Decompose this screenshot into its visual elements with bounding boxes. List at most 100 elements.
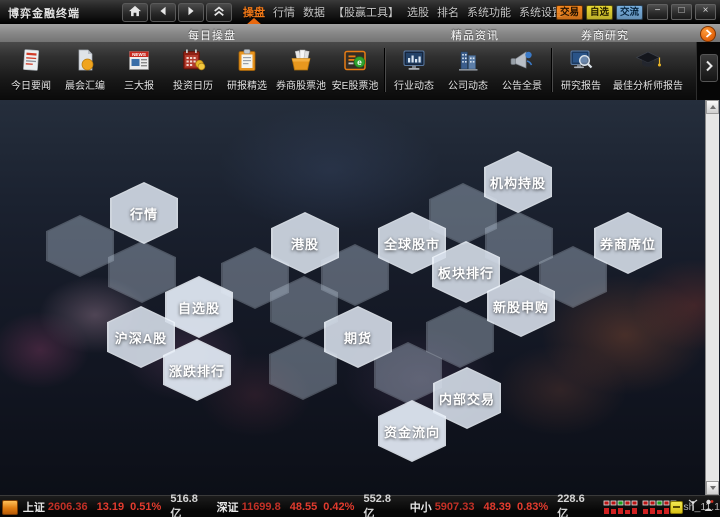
index-change: 48.39 [483, 501, 511, 513]
connection-status-icon[interactable] [703, 499, 714, 515]
scroll-up-button[interactable] [706, 100, 719, 114]
toolbar-item[interactable]: 晨会汇编 [58, 42, 112, 100]
toolbar-item[interactable]: 今日要闻 [4, 42, 58, 100]
triangle-down-icon [710, 486, 716, 490]
antenna-icon[interactable] [687, 499, 699, 515]
svg-text:NEWS: NEWS [132, 52, 146, 57]
hex-tile-label: 期货 [344, 328, 372, 347]
index-quotes: 上证2606.3613.190.51%516.8亿深证11699.848.550… [23, 493, 604, 517]
toolbar-item[interactable]: 券商股票池 [274, 42, 328, 100]
hex-tile-label: 港股 [291, 234, 319, 253]
window-controls: − □ × [647, 4, 716, 20]
toolbar-expand-panel [696, 42, 720, 100]
quick-button[interactable]: 交易 [556, 5, 583, 20]
toolbar-item[interactable]: 行业动态 [387, 42, 441, 100]
menu-item[interactable]: 数据 [303, 4, 325, 20]
clipboard-icon [233, 46, 261, 76]
toolbar-items: 今日要闻晨会汇编 NEWS 三大报 投资日历研报精选券商股票池 e 安E股票池行业动态公司… [4, 42, 688, 100]
home-button[interactable] [122, 3, 148, 22]
category-section-label: 精品资讯 [451, 27, 499, 43]
hex-tile-label: 板块排行 [438, 263, 494, 282]
category-bar: 每日操盘 精品资讯 券商研究 [0, 24, 720, 43]
toolbar-item[interactable]: 研究报告 [554, 42, 608, 100]
toolbar-item-label: 投资日历 [173, 77, 213, 92]
financial-terminal-window: 博弈金融终端 操盘行情数据【股赢工具】选股排名系统功能系统设置 交易自选交流 −… [0, 0, 720, 517]
menu-item[interactable]: 选股 [407, 4, 429, 20]
back-button[interactable] [150, 3, 176, 22]
main-menu: 操盘行情数据【股赢工具】选股排名系统功能系统设置 [243, 4, 563, 20]
toolbar-item-label: 安E股票池 [332, 77, 379, 92]
category-more-button[interactable] [700, 26, 716, 42]
toolbar-item-label: 券商股票池 [276, 77, 326, 92]
hex-placeholder [46, 215, 114, 277]
arrow-right-icon [185, 4, 197, 22]
toolbar-item-label: 三大报 [124, 77, 154, 92]
toolbar-item[interactable]: 公司动态 [441, 42, 495, 100]
calendar-icon [179, 46, 207, 76]
toolbar-item[interactable]: 投资日历 [166, 42, 220, 100]
menu-item[interactable]: 【股赢工具】 [333, 4, 399, 20]
index-quote: 上证2606.3613.190.51%516.8亿 [23, 493, 217, 517]
quick-button[interactable]: 交流 [616, 5, 643, 20]
toolbar-item[interactable]: 公告全景 [495, 42, 549, 100]
index-turnover: 552.8亿 [363, 493, 399, 517]
menu-item[interactable]: 系统功能 [467, 4, 511, 20]
megaphone-icon [508, 46, 536, 76]
newspaper-icon: NEWS [125, 46, 153, 76]
hex-tile-label: 涨跌排行 [169, 361, 225, 380]
category-section-label: 每日操盘 [188, 27, 236, 43]
hex-tile-label: 新股申购 [493, 297, 549, 316]
monitor-search-icon [567, 46, 595, 76]
nav-button-group [122, 3, 232, 22]
news-doc-icon [17, 46, 45, 76]
index-name: 中小 [410, 499, 432, 515]
forward-button[interactable] [178, 3, 204, 22]
quick-buttons: 交易自选交流 [556, 5, 643, 20]
index-value: 5907.33 [435, 501, 475, 513]
menu-item[interactable]: 操盘 [243, 4, 265, 20]
status-app-icon[interactable] [2, 500, 18, 515]
index-change: 13.19 [97, 501, 125, 513]
quick-button[interactable]: 自选 [586, 5, 613, 20]
hex-tile-label: 内部交易 [439, 389, 495, 408]
menu-item[interactable]: 行情 [273, 4, 295, 20]
basket-icon [287, 46, 315, 76]
index-change-pct: 0.42% [323, 501, 354, 513]
svg-text:e: e [357, 57, 362, 67]
toolbar-separator [551, 48, 552, 92]
toolbar-item[interactable]: 研报精选 [220, 42, 274, 100]
hex-placeholder-fill [110, 243, 175, 302]
hex-tile-fill: 行情 [112, 184, 177, 243]
vertical-scrollbar[interactable] [705, 100, 719, 495]
index-name: 深证 [217, 499, 239, 515]
toolbar-item[interactable]: NEWS 三大报 [112, 42, 166, 100]
toolbar-separator [384, 48, 385, 92]
hex-tile-label: 机构持股 [490, 173, 546, 192]
scroll-down-button[interactable] [706, 481, 719, 495]
index-quote: 深证11699.848.550.42%552.8亿 [217, 493, 410, 517]
epanel-icon: e [341, 46, 369, 76]
minimize-button[interactable]: − [647, 4, 668, 20]
close-button[interactable]: × [695, 4, 716, 20]
collapse-button[interactable] [206, 3, 232, 22]
notice-icon[interactable] [670, 501, 683, 514]
hex-tile-label: 沪深A股 [115, 328, 167, 347]
hex-tile-label: 全球股市 [384, 234, 440, 253]
index-turnover: 516.8亿 [170, 493, 206, 517]
title-bar: 博弈金融终端 操盘行情数据【股赢工具】选股排名系统功能系统设置 交易自选交流 −… [0, 0, 720, 25]
toolbar-item[interactable]: 最佳分析师报告 [608, 42, 688, 100]
menu-item[interactable]: 排名 [437, 4, 459, 20]
double-chevron-up-icon [212, 4, 226, 22]
index-change-pct: 0.51% [130, 501, 161, 513]
category-section-label: 券商研究 [581, 27, 629, 43]
index-turnover: 228.6亿 [557, 493, 593, 517]
status-bar: 上证2606.3613.190.51%516.8亿深证11699.848.550… [0, 495, 720, 517]
maximize-button[interactable]: □ [671, 4, 692, 20]
grad-cap-icon [634, 46, 662, 76]
toolbar-item-label: 研报精选 [227, 77, 267, 92]
monitor-bars-icon [400, 46, 428, 76]
toolbar-item[interactable]: e 安E股票池 [328, 42, 382, 100]
morning-file-icon [71, 46, 99, 76]
hex-tile[interactable]: 行情 [110, 182, 178, 244]
toolbar-expand-button[interactable] [700, 54, 718, 82]
